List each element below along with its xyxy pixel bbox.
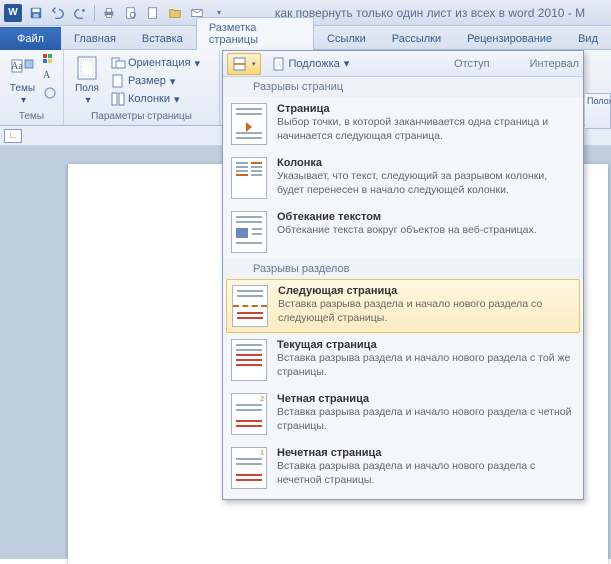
themes-label: Темы <box>10 83 35 94</box>
item-desc: Вставка разрыва раздела и начало нового … <box>277 460 573 487</box>
indent-label: Отступ <box>454 58 490 70</box>
open-icon[interactable] <box>165 3 185 23</box>
column-break-icon <box>231 157 267 199</box>
item-desc: Вставка разрыва раздела и начало нового … <box>278 298 572 325</box>
even-page-icon: 2 <box>231 393 267 435</box>
item-desc: Обтекание текста вокруг объектов на веб-… <box>277 224 573 238</box>
columns-icon <box>110 91 126 107</box>
margins-icon <box>73 54 101 82</box>
next-page-icon <box>232 285 268 327</box>
item-title: Нечетная страница <box>277 447 573 459</box>
preview-icon[interactable] <box>121 3 141 23</box>
item-desc: Указывает, что текст, следующий за разры… <box>277 170 573 197</box>
tab-view[interactable]: Вид <box>565 28 611 49</box>
group-page-setup-label: Параметры страницы <box>68 111 215 123</box>
ribbon-tabs: Файл Главная Вставка Разметка страницы С… <box>0 26 611 50</box>
break-even-page[interactable]: 2 Четная страница Вставка разрыва раздел… <box>223 387 583 441</box>
tab-review[interactable]: Рецензирование <box>454 28 565 49</box>
margins-label: Поля <box>75 83 99 94</box>
position-button-fragment[interactable]: Полож <box>585 93 611 129</box>
text-wrapping-icon <box>231 211 267 253</box>
chevron-down-icon: ▾ <box>252 60 256 68</box>
theme-colors-icon[interactable] <box>43 54 59 68</box>
page-breaks-header: Разрывы страниц <box>223 77 583 97</box>
print-icon[interactable] <box>99 3 119 23</box>
tab-insert[interactable]: Вставка <box>129 28 196 49</box>
theme-effects-icon[interactable] <box>43 86 59 100</box>
margins-button[interactable]: Поля ▾ <box>68 52 106 111</box>
chevron-down-icon: ▾ <box>194 57 200 70</box>
save-icon[interactable] <box>26 3 46 23</box>
svg-text:Aa: Aa <box>11 61 23 72</box>
orientation-icon <box>110 55 126 71</box>
odd-page-icon: 1 <box>231 447 267 489</box>
break-page[interactable]: Страница Выбор точки, в которой заканчив… <box>223 97 583 151</box>
watermark-button[interactable]: A Подложка ▾ <box>269 55 352 73</box>
chevron-down-icon: ▾ <box>344 57 350 70</box>
size-button[interactable]: Размер ▾ <box>108 72 202 90</box>
chevron-down-icon: ▾ <box>21 95 26 106</box>
group-themes-label: Темы <box>4 111 59 123</box>
page-break-icon <box>231 103 267 145</box>
size-label: Размер <box>128 75 166 87</box>
spacing-label: Интервал <box>530 58 579 70</box>
chevron-down-icon: ▾ <box>174 93 180 106</box>
tab-file[interactable]: Файл <box>0 27 61 50</box>
themes-button[interactable]: Aa Темы ▾ <box>4 52 41 111</box>
word-app-icon: W <box>4 4 22 22</box>
continuous-icon <box>231 339 267 381</box>
item-desc: Вставка разрыва раздела и начало нового … <box>277 352 573 379</box>
break-odd-page[interactable]: 1 Нечетная страница Вставка разрыва разд… <box>223 441 583 495</box>
ruler-corner: ∟ <box>4 129 22 143</box>
item-title: Следующая страница <box>278 285 572 297</box>
watermark-icon: A <box>271 56 287 72</box>
redo-icon[interactable] <box>70 3 90 23</box>
columns-button[interactable]: Колонки ▾ <box>108 90 202 108</box>
breaks-button[interactable]: ▾ <box>227 53 261 75</box>
theme-fonts-icon[interactable]: A <box>43 70 59 84</box>
chevron-down-icon: ▾ <box>170 75 176 88</box>
item-title: Текущая страница <box>277 339 573 351</box>
break-text-wrapping[interactable]: Обтекание текстом Обтекание текста вокру… <box>223 205 583 259</box>
item-desc: Выбор точки, в которой заканчивается одн… <box>277 116 573 143</box>
item-title: Страница <box>277 103 573 115</box>
orientation-button[interactable]: Ориентация ▾ <box>108 54 202 72</box>
size-icon <box>110 73 126 89</box>
themes-icon: Aa <box>9 54 37 82</box>
item-title: Четная страница <box>277 393 573 405</box>
orientation-label: Ориентация <box>128 57 190 69</box>
chevron-down-icon: ▾ <box>85 95 90 106</box>
break-column[interactable]: Колонка Указывает, что текст, следующий … <box>223 151 583 205</box>
new-doc-icon[interactable] <box>143 3 163 23</box>
undo-icon[interactable] <box>48 3 68 23</box>
section-breaks-header: Разрывы разделов <box>223 259 583 279</box>
break-continuous[interactable]: Текущая страница Вставка разрыва раздела… <box>223 333 583 387</box>
menu-top-row: ▾ A Подложка ▾ Отступ Интервал <box>223 51 583 77</box>
tab-references[interactable]: Ссылки <box>314 28 379 49</box>
breaks-icon <box>232 56 248 72</box>
tab-page-layout[interactable]: Разметка страницы <box>196 17 314 50</box>
tab-mailings[interactable]: Рассылки <box>379 28 454 49</box>
item-title: Колонка <box>277 157 573 169</box>
break-next-page[interactable]: Следующая страница Вставка разрыва разде… <box>226 279 580 333</box>
item-title: Обтекание текстом <box>277 211 573 223</box>
group-themes: Aa Темы ▾ A Темы <box>0 50 64 125</box>
group-page-setup: Поля ▾ Ориентация ▾ Размер ▾ Колонки ▾ <box>64 50 220 125</box>
watermark-label: Подложка <box>289 58 340 70</box>
svg-text:A: A <box>275 60 281 69</box>
item-desc: Вставка разрыва раздела и начало нового … <box>277 406 573 433</box>
columns-label: Колонки <box>128 93 170 105</box>
tab-home[interactable]: Главная <box>61 28 129 49</box>
breaks-dropdown-menu: ▾ A Подложка ▾ Отступ Интервал Полож Раз… <box>222 50 584 500</box>
